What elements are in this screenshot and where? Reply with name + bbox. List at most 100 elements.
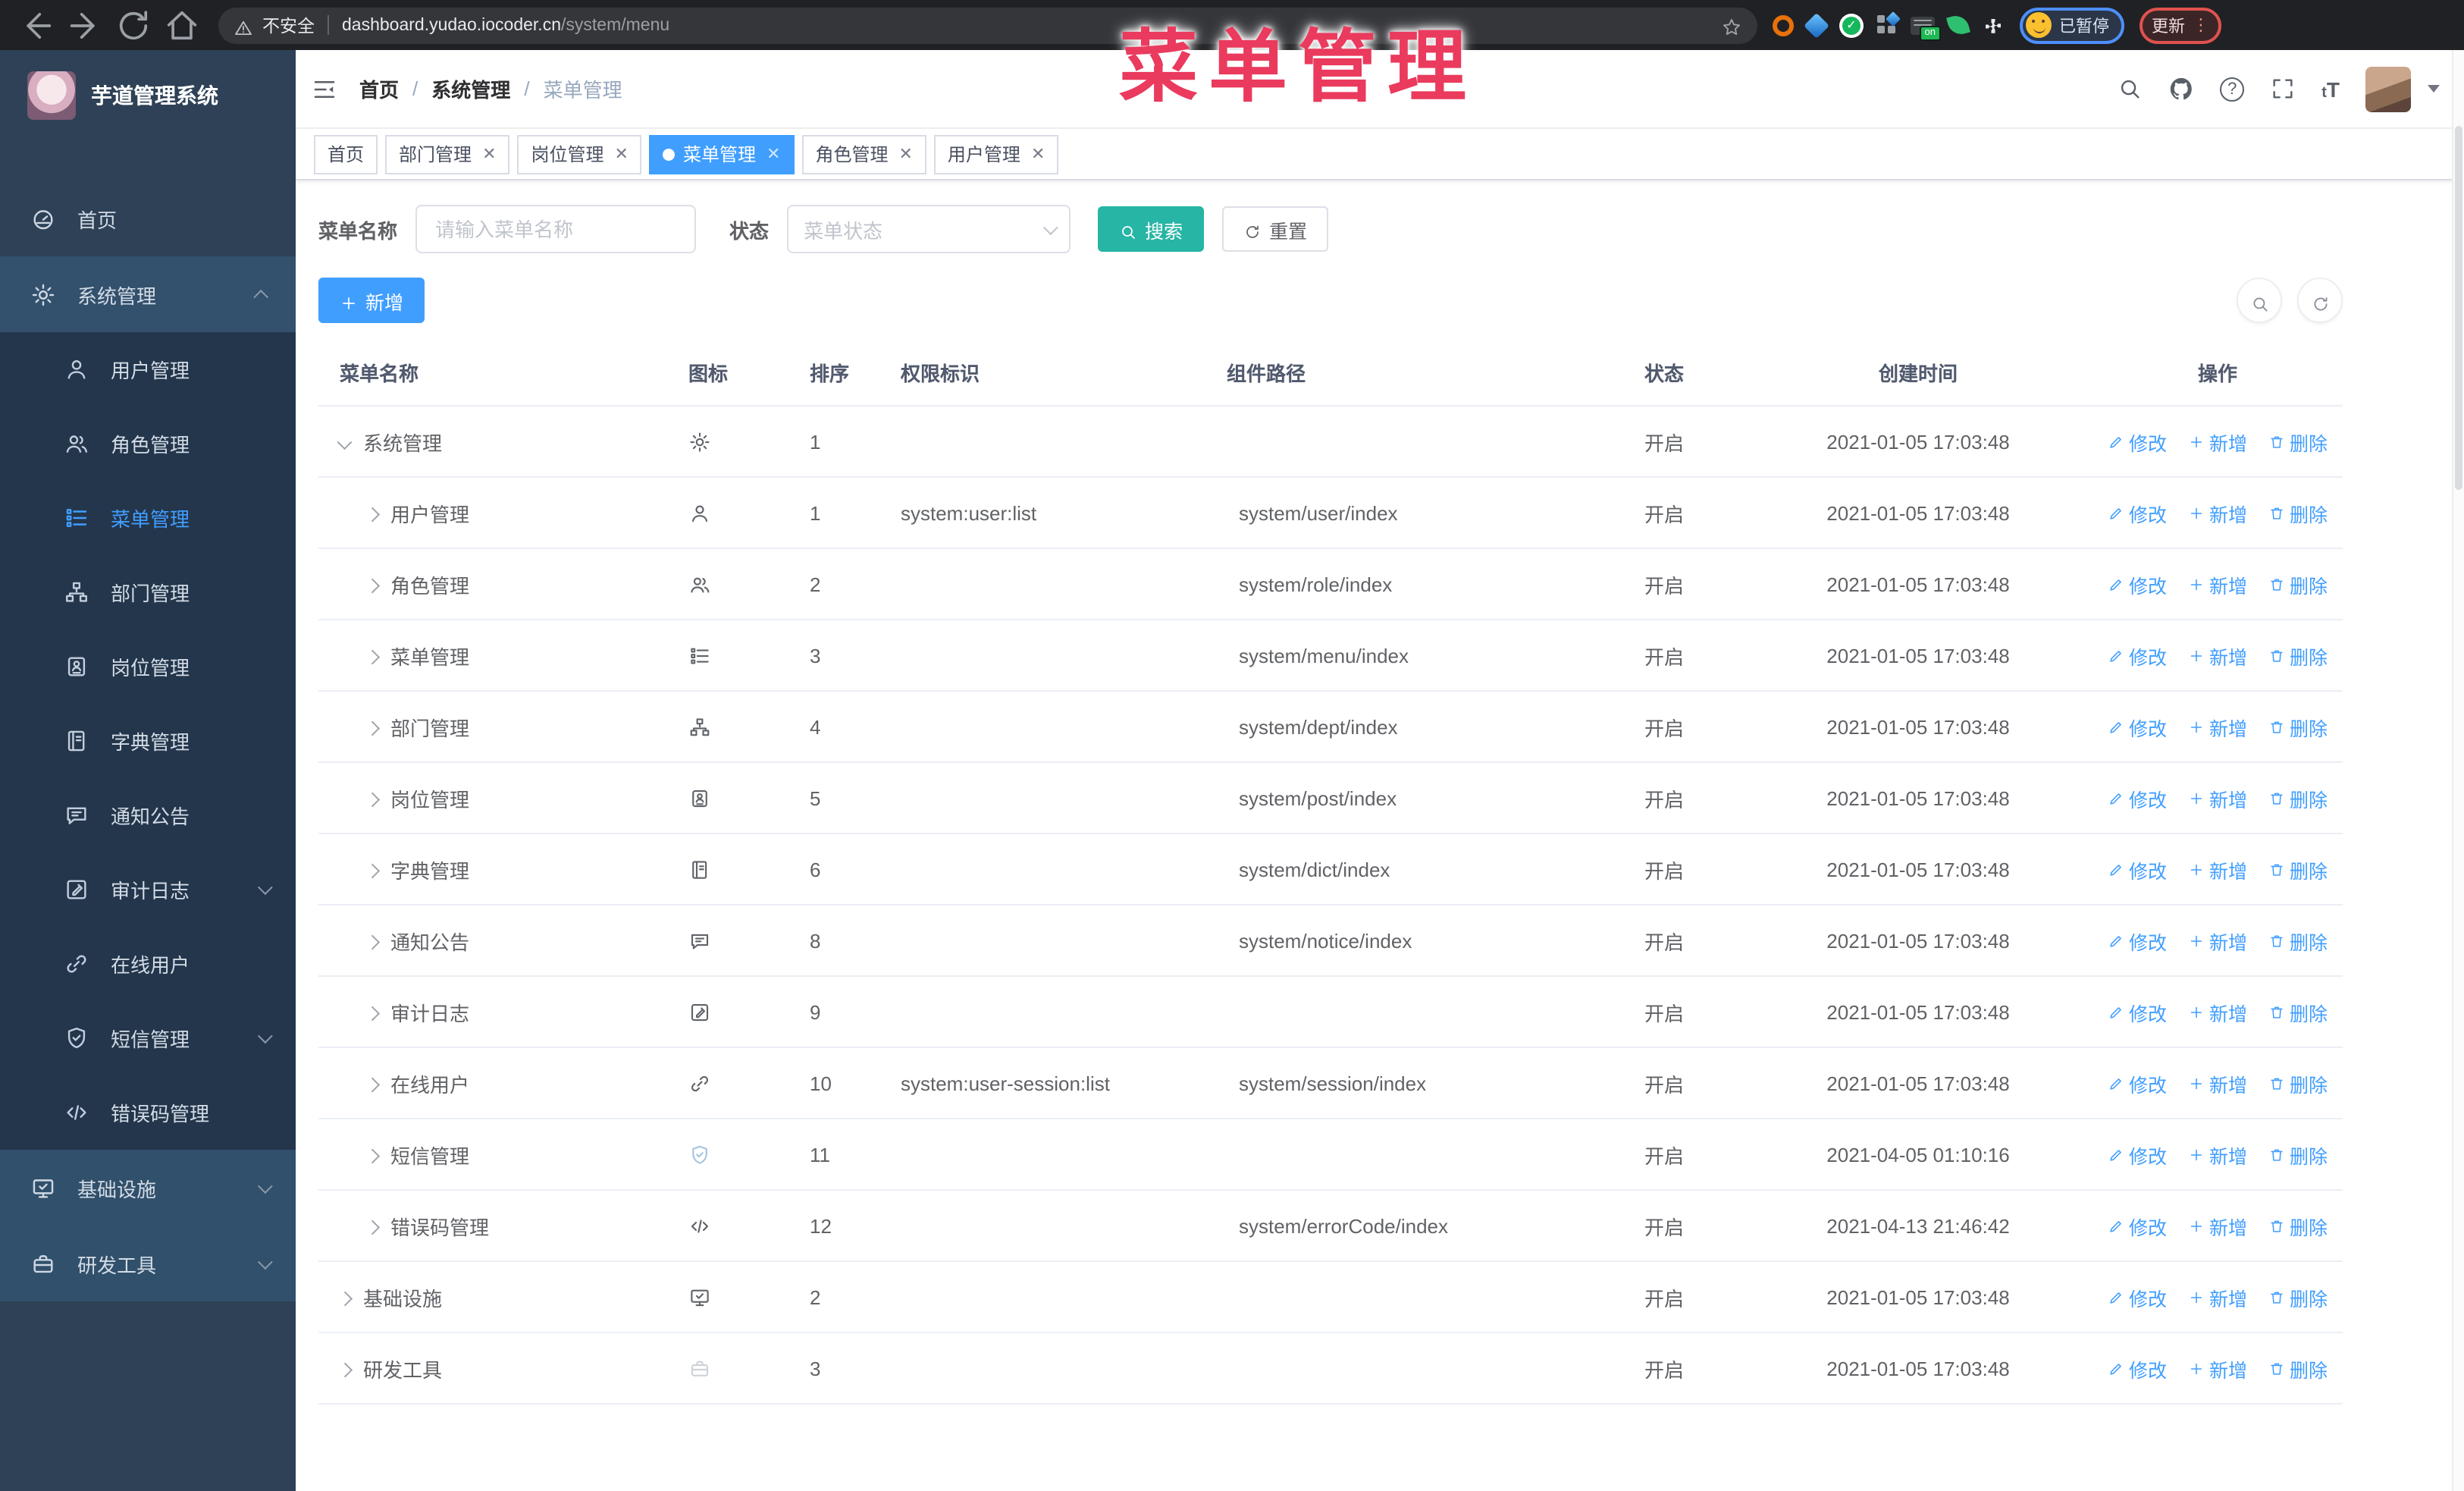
delete-row-button[interactable]: 删除 <box>2268 498 2328 527</box>
add-row-button[interactable]: 新增 <box>2188 641 2247 670</box>
user-avatar[interactable] <box>2365 66 2411 111</box>
delete-row-button[interactable]: 删除 <box>2268 712 2328 741</box>
delete-row-button[interactable]: 删除 <box>2268 570 2328 598</box>
delete-row-button[interactable]: 删除 <box>2268 1140 2328 1169</box>
scrollbar-thumb[interactable] <box>2455 126 2462 490</box>
add-row-button[interactable]: 新增 <box>2188 1354 2247 1383</box>
edit-row-button[interactable]: 修改 <box>2108 712 2167 741</box>
sidebar-item-link[interactable]: 在线用户 <box>0 927 296 1001</box>
delete-row-button[interactable]: 删除 <box>2268 1069 2328 1097</box>
tag-view[interactable]: 首页 <box>314 134 378 174</box>
close-icon[interactable]: ✕ <box>1031 144 1045 164</box>
add-row-button[interactable]: 新增 <box>2188 427 2247 456</box>
sidebar-item-dashboard[interactable]: 首页 <box>0 180 296 256</box>
table-row[interactable]: 通知公告 8 system/notice/index 开启 2021-01-05 17:… <box>318 906 2343 977</box>
add-row-button[interactable]: 新增 <box>2188 1282 2247 1311</box>
close-icon[interactable]: ✕ <box>615 144 629 164</box>
row-expand-toggle[interactable] <box>365 507 379 522</box>
table-row[interactable]: 研发工具 3 开启 2021-01-05 17:03:48 修改 新增 删除 <box>318 1333 2343 1405</box>
table-row[interactable]: 用户管理 1 system:user:list system/user/index 开启… <box>318 478 2343 549</box>
edit-row-button[interactable]: 修改 <box>2108 641 2167 670</box>
add-button[interactable]: 新增 <box>318 278 425 323</box>
edit-row-button[interactable]: 修改 <box>2108 570 2167 598</box>
sidebar-item-edit-note[interactable]: 审计日志 <box>0 852 296 927</box>
add-row-button[interactable]: 新增 <box>2188 712 2247 741</box>
delete-row-button[interactable]: 删除 <box>2268 783 2328 812</box>
menu-name-input[interactable] <box>432 216 680 242</box>
row-expand-toggle[interactable] <box>365 864 379 878</box>
browser-profile-chip[interactable]: 已暂停 <box>2020 7 2124 43</box>
extension-gem-icon[interactable] <box>1804 12 1829 38</box>
table-row[interactable]: 在线用户 10 system:user-session:list system/ses… <box>318 1048 2343 1119</box>
browser-forward-button[interactable] <box>65 5 105 45</box>
delete-row-button[interactable]: 删除 <box>2268 1211 2328 1240</box>
table-row[interactable]: 字典管理 6 system/dict/index 开启 2021-01-05 17:03… <box>318 834 2343 906</box>
sidebar-item-shield[interactable]: 短信管理 <box>0 1001 296 1075</box>
help-icon[interactable]: ? <box>2220 77 2245 101</box>
search-icon[interactable] <box>2117 76 2143 102</box>
delete-row-button[interactable]: 删除 <box>2268 641 2328 670</box>
add-row-button[interactable]: 新增 <box>2188 783 2247 812</box>
delete-row-button[interactable]: 删除 <box>2268 1354 2328 1383</box>
row-expand-toggle[interactable] <box>365 721 379 736</box>
close-icon[interactable]: ✕ <box>482 144 496 164</box>
font-size-icon[interactable]: tT <box>2321 77 2340 101</box>
hamburger-icon[interactable] <box>311 75 338 102</box>
address-bar[interactable]: 不安全 dashboard.yudao.iocoder.cn/system/me… <box>218 7 1757 43</box>
reset-button[interactable]: 重置 <box>1222 206 1329 252</box>
edit-row-button[interactable]: 修改 <box>2108 997 2167 1026</box>
extension-switch-icon[interactable]: on <box>1911 16 1941 40</box>
search-button[interactable]: 搜索 <box>1098 206 1205 252</box>
row-expand-toggle[interactable] <box>365 935 379 950</box>
page-scrollbar[interactable] <box>2452 50 2464 1491</box>
row-expand-toggle[interactable] <box>365 1006 379 1021</box>
table-row[interactable]: 岗位管理 5 system/post/index 开启 2021-01-05 17:03… <box>318 763 2343 834</box>
edit-row-button[interactable]: 修改 <box>2108 1069 2167 1097</box>
close-icon[interactable]: ✕ <box>766 144 780 164</box>
tag-view[interactable]: 用户管理 ✕ <box>933 134 1059 174</box>
row-expand-toggle[interactable] <box>365 1078 379 1092</box>
edit-row-button[interactable]: 修改 <box>2108 427 2167 456</box>
add-row-button[interactable]: 新增 <box>2188 926 2247 955</box>
edit-row-button[interactable]: 修改 <box>2108 1140 2167 1169</box>
edit-row-button[interactable]: 修改 <box>2108 783 2167 812</box>
row-expand-toggle[interactable] <box>365 650 379 664</box>
close-icon[interactable]: ✕ <box>898 144 912 164</box>
browser-update-button[interactable]: 更新 ⋮ <box>2140 7 2221 43</box>
table-row[interactable]: 角色管理 2 system/role/index 开启 2021-01-05 17:03… <box>318 549 2343 620</box>
table-row[interactable]: 审计日志 9 开启 2021-01-05 17:03:48 修改 新增 删除 <box>318 977 2343 1048</box>
sidebar-item-user[interactable]: 用户管理 <box>0 332 296 406</box>
add-row-button[interactable]: 新增 <box>2188 855 2247 884</box>
add-row-button[interactable]: 新增 <box>2188 997 2247 1026</box>
table-row[interactable]: 部门管理 4 system/dept/index 开启 2021-01-05 17:03… <box>318 692 2343 763</box>
edit-row-button[interactable]: 修改 <box>2108 1211 2167 1240</box>
delete-row-button[interactable]: 删除 <box>2268 855 2328 884</box>
extensions-puzzle-icon[interactable] <box>1982 14 2005 36</box>
edit-row-button[interactable]: 修改 <box>2108 498 2167 527</box>
tag-view[interactable]: 部门管理 ✕ <box>385 134 510 174</box>
sidebar-item-monitor[interactable]: 基础设施 <box>0 1150 296 1226</box>
sidebar-item-code[interactable]: 错误码管理 <box>0 1075 296 1150</box>
github-icon[interactable] <box>2168 76 2194 102</box>
row-expand-toggle[interactable] <box>365 1149 379 1163</box>
delete-row-button[interactable]: 删除 <box>2268 926 2328 955</box>
breadcrumb-home[interactable]: 首页 <box>359 74 399 103</box>
row-expand-toggle[interactable] <box>337 1363 352 1377</box>
add-row-button[interactable]: 新增 <box>2188 1211 2247 1240</box>
row-expand-toggle[interactable] <box>365 1220 379 1235</box>
extension-grid-icon[interactable] <box>1877 11 1901 35</box>
toggle-search-button[interactable] <box>2237 278 2282 323</box>
add-row-button[interactable]: 新增 <box>2188 570 2247 598</box>
browser-home-button[interactable] <box>162 5 202 45</box>
tag-view[interactable]: 岗位管理 ✕ <box>517 134 642 174</box>
delete-row-button[interactable]: 删除 <box>2268 1282 2328 1311</box>
row-expand-toggle[interactable] <box>337 1292 352 1306</box>
edit-row-button[interactable]: 修改 <box>2108 1282 2167 1311</box>
refresh-table-button[interactable] <box>2297 278 2343 323</box>
row-expand-toggle[interactable] <box>365 579 379 593</box>
tag-view[interactable]: 角色管理 ✕ <box>801 134 926 174</box>
add-row-button[interactable]: 新增 <box>2188 498 2247 527</box>
row-expand-toggle[interactable] <box>365 793 379 807</box>
sidebar-item-org-tree[interactable]: 部门管理 <box>0 555 296 629</box>
sidebar-item-chat[interactable]: 通知公告 <box>0 778 296 852</box>
